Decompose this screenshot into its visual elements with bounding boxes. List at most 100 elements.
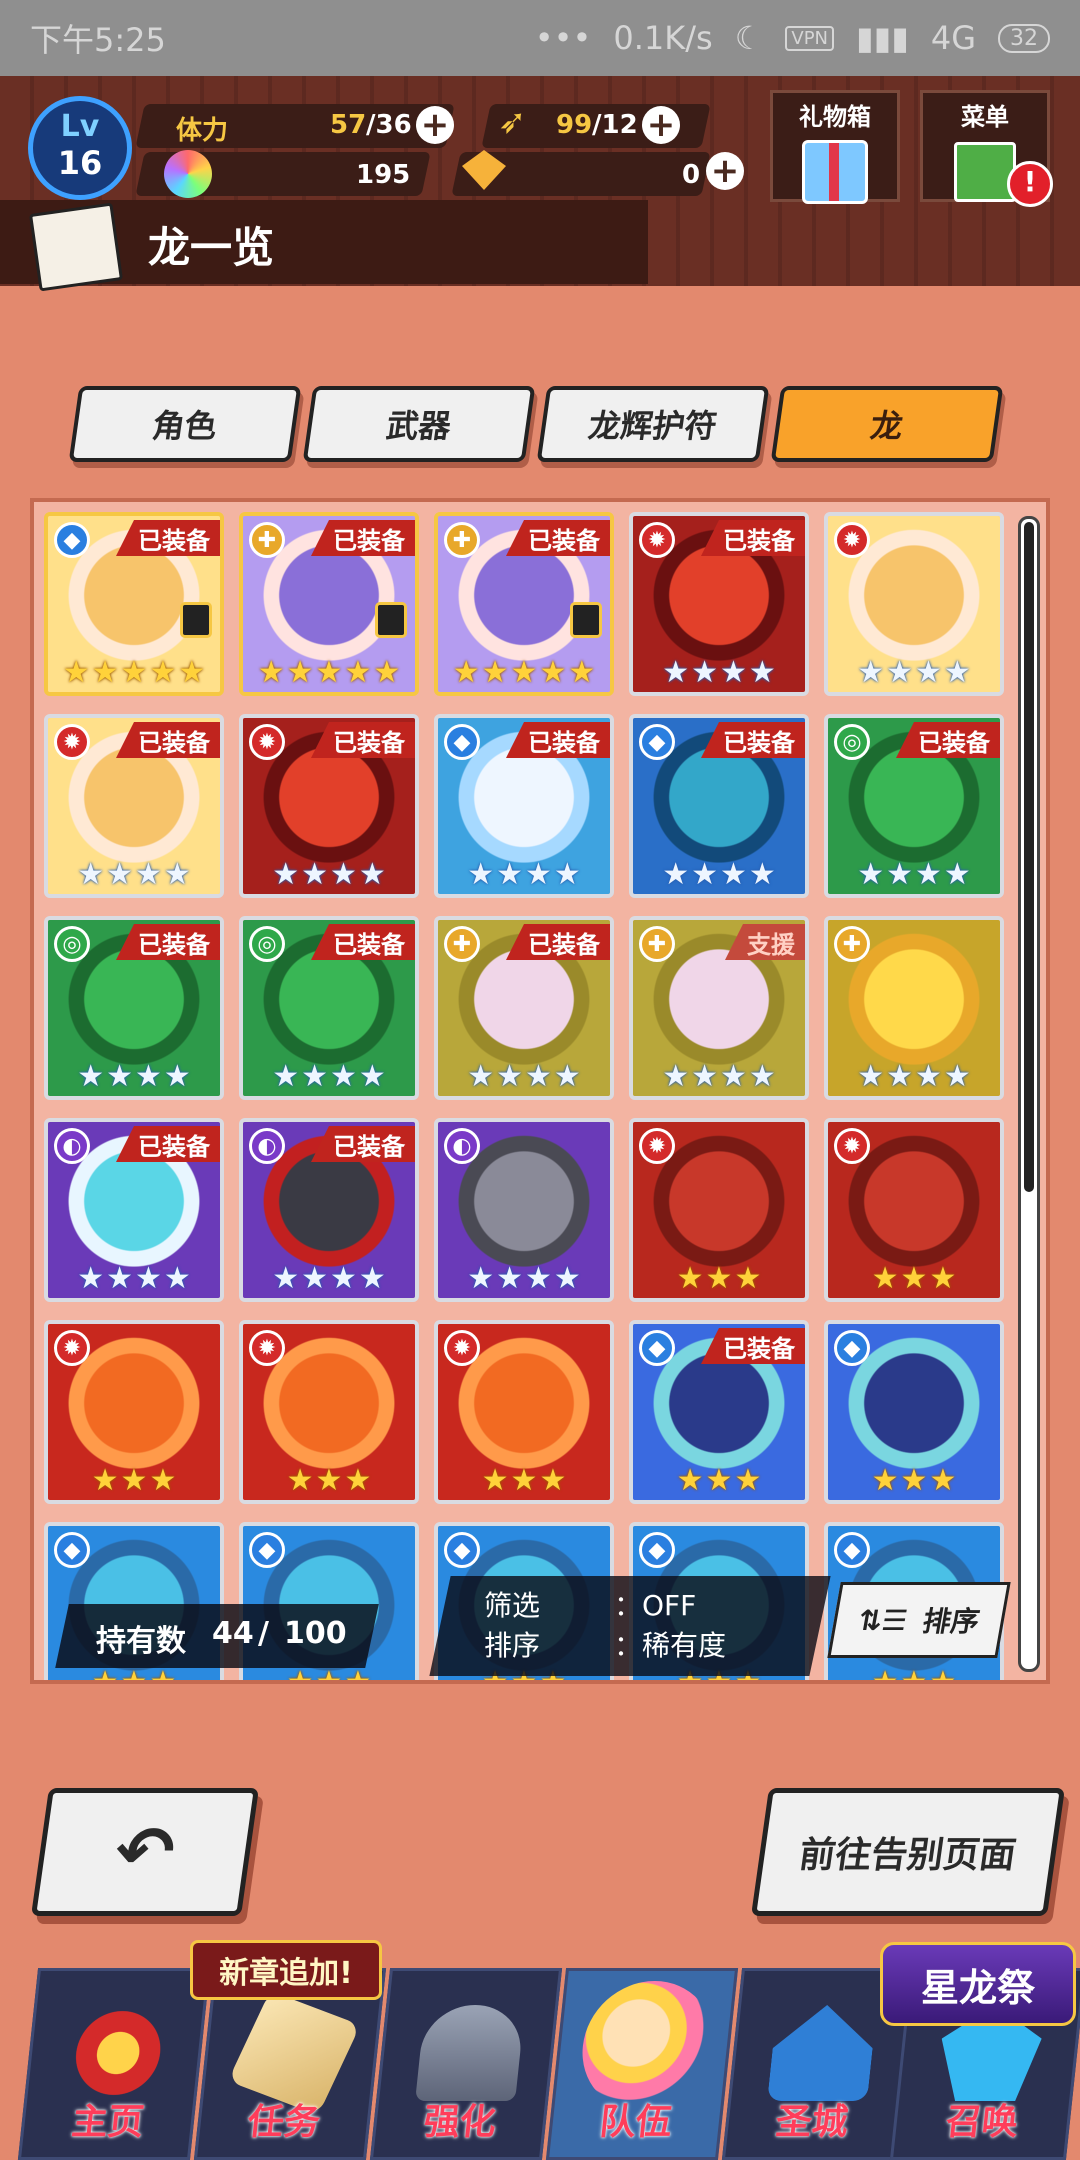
back-button[interactable]: ↶ <box>31 1788 259 1916</box>
equipped-badge: 已装备 <box>311 520 415 556</box>
page-title: 龙一览 <box>148 223 275 272</box>
home-icon <box>63 2005 174 2101</box>
star-icon: ★ <box>662 655 690 690</box>
star-icon: ★ <box>178 655 206 690</box>
gems-value: 195 <box>356 160 411 190</box>
rarity-stars: ★ ★ ★ ★ <box>438 1264 610 1294</box>
star-icon: ★ <box>120 655 148 690</box>
rarity-stars: ★★★ <box>243 1668 415 1681</box>
equipped-badge: 已装备 <box>896 722 1000 758</box>
dragon-card[interactable]: ✚ 支援 ★ ★ ★ ★ <box>629 916 809 1100</box>
dragon-card[interactable]: ✚ ★ ★ ★ ★ <box>824 916 1004 1100</box>
star-icon: ★ <box>467 1261 495 1296</box>
gift-box-button[interactable]: 礼物箱 <box>770 90 900 204</box>
star-icon: ★ <box>720 1059 747 1094</box>
tab-characters-label: 角色 <box>150 407 220 445</box>
dragon-card[interactable]: ✹ ★ ★ ★ <box>434 1320 614 1504</box>
fire-element-icon: ✹ <box>54 724 90 760</box>
wing-icon: ➶ <box>498 102 527 142</box>
nav-home[interactable]: 主页 <box>17 1968 211 2160</box>
star-icon: ★ <box>525 857 552 892</box>
dragon-card[interactable]: ◆ 已装备 ★ ★ ★ ★ <box>629 714 809 898</box>
star-icon: ★ <box>915 1059 942 1094</box>
water-element-icon: ◆ <box>249 1532 285 1568</box>
rarity-stars: ★★★ <box>243 1466 415 1496</box>
add-crystal-button[interactable]: + <box>706 152 744 190</box>
nav-team[interactable]: 队伍 <box>545 1968 739 2160</box>
rarity-stars: ★ ★ ★ ★ <box>633 860 805 890</box>
dragon-card[interactable]: ✹ 已装备 ★ ★ ★ ★ <box>629 512 809 696</box>
tab-characters[interactable]: 角色 <box>68 386 302 462</box>
dragon-card[interactable]: ◆ 已装备 ★ ★ ★ <box>629 1320 809 1504</box>
rarity-stars: ★ ★ ★ ★ <box>438 1062 610 1092</box>
dragon-card[interactable]: ◎ 已装备 ★ ★ ★ ★ <box>239 916 419 1100</box>
dragon-card[interactable]: ◐ 已装备 ★ ★ ★ ★ <box>239 1118 419 1302</box>
star-icon: ★ <box>734 1261 762 1296</box>
farewell-page-button[interactable]: 前往告别页面 <box>751 1788 1065 1916</box>
dragon-card[interactable]: ◆★★★ <box>824 1320 1004 1504</box>
dragon-card[interactable]: ✹ 已装备 ★ ★ ★ ★ <box>239 714 419 898</box>
dragon-card[interactable]: ◐ ★ ★ ★ ★ <box>434 1118 614 1302</box>
star-icon: ★ <box>943 655 971 690</box>
equipped-badge: 已装备 <box>701 722 805 758</box>
star-icon: ★ <box>748 857 776 892</box>
nav-upgrade[interactable]: 强化 <box>369 1968 563 2160</box>
tab-weapons[interactable]: 武器 <box>302 386 536 462</box>
event-banner[interactable]: 星龙祭 <box>880 1942 1076 2026</box>
vpn-badge: VPN <box>785 25 835 51</box>
dragon-card[interactable]: ✹ ★ ★ ★ <box>629 1118 809 1302</box>
menu-button[interactable]: 菜单 ! <box>920 90 1053 207</box>
add-wings-button[interactable]: + <box>642 106 680 144</box>
sort-button[interactable]: ⇅☰ 排序 <box>827 1582 1011 1658</box>
star-icon: ★ <box>106 1059 133 1094</box>
fire-element-icon: ✹ <box>249 1330 285 1366</box>
tab-dragons[interactable]: 龙 <box>770 386 1004 462</box>
grid-scrollbar-thumb[interactable] <box>1024 522 1034 1192</box>
star-icon: ★ <box>510 1463 538 1498</box>
nav-team-label: 队伍 <box>597 2102 675 2143</box>
equipped-badge: 已装备 <box>506 924 610 960</box>
equipped-badge: 已装备 <box>311 1126 415 1162</box>
rarity-stars: ★ ★ ★ ★ <box>828 658 1000 688</box>
menu-label: 菜单 <box>961 103 1009 131</box>
dragon-card[interactable]: ✹ 已装备 ★ ★ ★ ★ <box>44 714 224 898</box>
star-icon: ★ <box>705 1261 733 1296</box>
star-icon: ★ <box>525 1059 552 1094</box>
rarity-stars: ★ ★ ★ ★ <box>48 860 220 890</box>
rarity-stars: ★★★ <box>828 1466 1000 1496</box>
dragon-card[interactable]: ◆ 已装备 ★ ★ ★ ★ ★ <box>44 512 224 696</box>
dragon-card[interactable]: ✹ ★ ★ ★ ★ <box>824 512 1004 696</box>
dragon-card[interactable]: ◎ 已装备 ★ ★ ★ ★ <box>824 714 1004 898</box>
tab-wyrmprints[interactable]: 龙辉护符 <box>536 386 770 462</box>
dragon-card[interactable]: ◆ 已装备 ★ ★ ★ ★ <box>434 714 614 898</box>
book-icon <box>954 142 1016 202</box>
rarity-stars: ★★★ <box>48 1668 220 1681</box>
star-icon: ★ <box>272 1059 300 1094</box>
level-badge: Lv 16 <box>28 96 132 200</box>
star-icon: ★ <box>330 857 357 892</box>
dragon-card[interactable]: ✹ ★ ★ ★ <box>824 1118 1004 1302</box>
dragon-card[interactable]: ✚ 已装备 ★ ★ ★ ★ <box>434 916 614 1100</box>
rarity-stars: ★★★ <box>48 1466 220 1496</box>
rarity-stars: ★ ★ ★ ★ <box>243 1062 415 1092</box>
equipped-badge: 已装备 <box>116 1126 220 1162</box>
add-stamina-button[interactable]: + <box>416 106 454 144</box>
dragon-card[interactable]: ✹ ★ ★ ★ <box>239 1320 419 1504</box>
star-icon: ★ <box>496 857 523 892</box>
dragon-card[interactable]: ◐ 已装备 ★ ★ ★ ★ <box>44 1118 224 1302</box>
title-bar: 龙一览 <box>0 200 648 292</box>
star-icon: ★ <box>886 655 913 690</box>
dragon-card[interactable]: ✚ 已装备 ★ ★ ★ ★ ★ <box>239 512 419 696</box>
owned-count: 44 <box>212 1616 254 1651</box>
star-icon: ★ <box>467 1059 495 1094</box>
star-icon: ★ <box>553 857 581 892</box>
star-icon: ★ <box>272 1261 300 1296</box>
dragon-card[interactable]: ✹ ★ ★ ★ <box>44 1320 224 1504</box>
nav-castle-label: 圣城 <box>773 2102 851 2143</box>
dragon-card[interactable]: ◎ 已装备 ★ ★ ★ ★ <box>44 916 224 1100</box>
dragon-card[interactable]: ✚ 已装备 ★ ★ ★ ★ ★ <box>434 512 614 696</box>
team-icon <box>576 1981 720 2111</box>
equipped-badge: 已装备 <box>701 520 805 556</box>
rarity-stars: ★ ★ ★ ★ ★ <box>48 658 220 688</box>
star-icon: ★ <box>929 1463 957 1498</box>
